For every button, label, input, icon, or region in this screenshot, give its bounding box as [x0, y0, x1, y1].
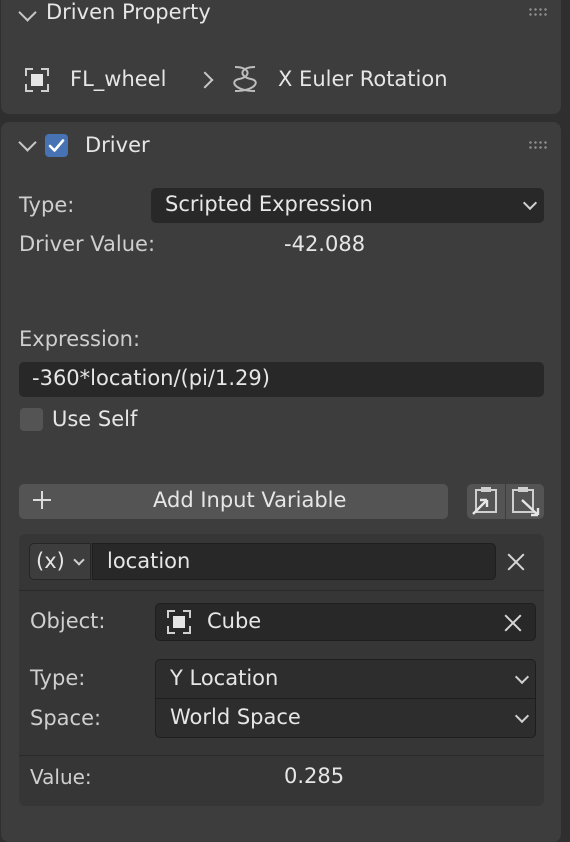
variable-name-input[interactable]: location: [92, 543, 496, 580]
variable-value-label: Value:: [30, 765, 92, 789]
checkmark-icon: [48, 139, 65, 152]
driver-value-label: Driver Value:: [19, 232, 156, 256]
transform-type-value: Y Location: [170, 666, 279, 690]
driven-property-panel: Driven Property FL_wheel X Euler Rotatio…: [1, 0, 561, 114]
object-icon: [25, 68, 49, 92]
expression-input[interactable]: -360*location/(pi/1.29): [19, 362, 544, 397]
driver-panel: Driver Type: Scripted Expression Driver …: [1, 122, 561, 842]
copy-icon: [472, 487, 497, 515]
remove-variable-close-icon[interactable]: [506, 552, 526, 572]
input-variable-box: (x) location Object: Cube Type: Y Locati…: [19, 534, 544, 806]
panel-title: Driven Property: [46, 0, 211, 24]
variable-type-dropdown[interactable]: (x): [29, 543, 91, 580]
plus-icon: [33, 491, 51, 509]
object-icon: [167, 610, 191, 634]
object-selector[interactable]: Cube: [155, 603, 536, 641]
expression-text: -360*location/(pi/1.29): [32, 366, 270, 390]
chevron-down-icon: [522, 195, 538, 211]
chevron-down-icon: [73, 554, 85, 566]
panel-title: Driver: [85, 133, 150, 157]
space-label: Space:: [30, 706, 102, 730]
space-dropdown[interactable]: World Space: [155, 698, 536, 738]
add-input-variable-button[interactable]: Add Input Variable: [19, 484, 448, 519]
driven-property-name: X Euler Rotation: [278, 67, 448, 91]
drag-grip-icon[interactable]: [528, 7, 548, 17]
chevron-right-icon: [196, 71, 214, 89]
driver-type-dropdown[interactable]: Scripted Expression: [151, 188, 544, 223]
driver-type-value: Scripted Expression: [165, 192, 373, 216]
copy-variables-button[interactable]: [467, 484, 505, 519]
chevron-down-icon: [514, 669, 530, 685]
add-input-variable-label: Add Input Variable: [153, 488, 347, 512]
use-self-checkbox[interactable]: [20, 408, 43, 431]
drag-grip-icon[interactable]: [528, 140, 548, 150]
collapse-chevron-icon[interactable]: [18, 133, 37, 152]
clear-object-close-icon[interactable]: [503, 613, 523, 633]
driver-header[interactable]: Driver: [1, 122, 561, 162]
transform-type-dropdown[interactable]: Y Location: [155, 659, 536, 699]
variable-name-text: location: [107, 549, 191, 573]
divider: [19, 755, 544, 756]
paste-icon: [512, 487, 540, 517]
object-label: Object:: [30, 609, 106, 633]
expression-label: Expression:: [19, 327, 141, 351]
object-value: Cube: [207, 609, 262, 633]
divider: [19, 590, 544, 591]
space-value: World Space: [170, 705, 301, 729]
driven-property-header[interactable]: Driven Property: [1, 0, 561, 40]
driver-enabled-checkbox[interactable]: [45, 134, 68, 157]
driver-type-label: Type:: [19, 193, 75, 217]
variable-value: 0.285: [284, 764, 345, 788]
chevron-down-icon: [514, 708, 530, 724]
driver-value: -42.088: [284, 232, 366, 256]
variable-type-symbol: (x): [36, 549, 65, 573]
use-self-label[interactable]: Use Self: [52, 407, 137, 431]
driver-curve-icon: [233, 66, 257, 92]
transform-type-label: Type:: [30, 666, 86, 690]
collapse-chevron-icon[interactable]: [18, 3, 37, 22]
paste-variables-button[interactable]: [506, 484, 544, 519]
driven-object-name: FL_wheel: [70, 67, 167, 91]
